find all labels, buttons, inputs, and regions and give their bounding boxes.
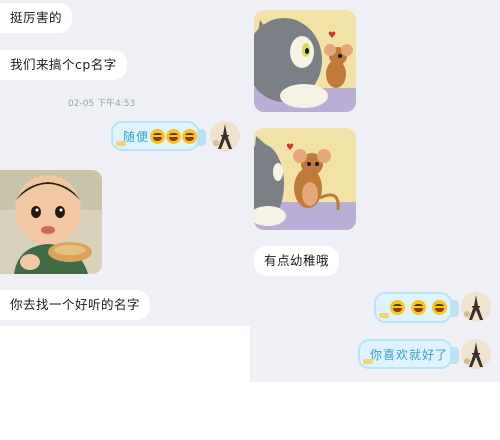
- eiffel-tower-avatar-icon: [210, 121, 240, 151]
- message-text: 我们来搞个cp名字: [10, 57, 117, 72]
- laughing-emoji-icon: [150, 128, 166, 144]
- incoming-message[interactable]: 挺厉害的: [0, 3, 73, 33]
- message-text: 挺厉害的: [10, 10, 63, 25]
- laughing-emoji-icon: [166, 128, 182, 144]
- eiffel-tower-avatar-icon: [461, 339, 491, 369]
- user-avatar[interactable]: [210, 121, 240, 151]
- message-text: 有点幼稚哦: [264, 253, 330, 268]
- message-text: 你去找一个好听的名字: [10, 297, 141, 312]
- eiffel-tower-avatar-icon: [461, 292, 491, 322]
- incoming-message[interactable]: 你去找一个好听的名字: [0, 290, 151, 320]
- laughing-emoji-icon: [390, 300, 405, 315]
- outgoing-message[interactable]: 你喜欢就好了: [358, 339, 459, 369]
- laughing-emoji-icon: [411, 300, 426, 315]
- baby-photo[interactable]: [0, 170, 102, 274]
- svg-text:♥: ♥: [286, 143, 294, 153]
- user-avatar[interactable]: [461, 339, 491, 369]
- message-text: 随便: [123, 129, 150, 144]
- outgoing-message[interactable]: 随便: [111, 121, 206, 151]
- incoming-message[interactable]: 有点幼稚哦: [254, 246, 340, 276]
- message-text: 你喜欢就好了: [370, 347, 449, 362]
- message-timestamp: 02-05 下午4:53: [68, 99, 136, 109]
- outgoing-message[interactable]: [374, 292, 459, 323]
- laughing-emoji-icon: [182, 128, 198, 144]
- chat-panel-right: ♥ ♥ 有点幼稚哦 你喜欢就好了: [250, 0, 500, 382]
- cartoon-sticker[interactable]: ♥: [254, 128, 356, 230]
- incoming-message[interactable]: 我们来搞个cp名字: [0, 50, 127, 80]
- user-avatar[interactable]: [461, 292, 491, 322]
- svg-text:♥: ♥: [328, 31, 336, 41]
- laughing-emoji-icon: [432, 300, 447, 315]
- chat-panel-left: 挺厉害的 我们来搞个cp名字 02-05 下午4:53 随便 你去找一个好听的名…: [0, 0, 250, 326]
- cartoon-sticker[interactable]: ♥: [254, 10, 356, 112]
